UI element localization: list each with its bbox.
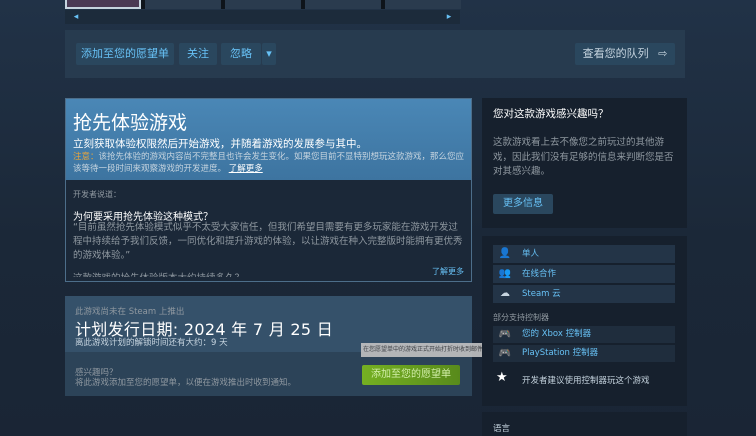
media-thumbnail[interactable] [225, 0, 301, 9]
xbox-controller-icon: 🎮 [498, 329, 512, 340]
ignore-button[interactable]: 忽略 [221, 43, 261, 65]
early-access-subtitle: 立刻获取体验权限然后开始游戏，并随着游戏的发展参与其中。 [73, 138, 367, 150]
follow-button[interactable]: 关注 [179, 43, 217, 65]
controller-heading: 部分支持控制器 [493, 313, 549, 322]
controller-label: PlayStation 控制器 [522, 348, 599, 358]
feature-label: Steam 云 [522, 289, 561, 299]
chevron-down-icon[interactable]: ▾ [262, 43, 276, 65]
media-thumbnail-selected[interactable] [65, 0, 141, 9]
note-prefix: 注意： [73, 152, 99, 162]
playstation-controller-icon: 🎮 [498, 348, 512, 359]
media-thumbnail[interactable] [305, 0, 381, 9]
relevance-text: 这款游戏看上去不像您之前玩过的其他游戏，因此我们没有足够的信息来判断您是否对其感… [493, 137, 674, 177]
media-thumbnail[interactable] [385, 0, 461, 9]
controller-label: 您的 Xbox 控制器 [522, 329, 592, 339]
star-icon: ★ [496, 370, 508, 385]
feature-label: 在线合作 [522, 269, 557, 279]
media-scrollbar[interactable] [65, 10, 460, 24]
language-panel [482, 412, 687, 436]
people-icon: 👥 [498, 268, 512, 279]
learn-more-link[interactable]: 了解更多 [229, 164, 263, 174]
scroll-right-icon[interactable]: ▸ [438, 10, 460, 24]
queue-arrow-icon: ⇨ [658, 47, 668, 60]
note-body: 该抢先体验的游戏内容尚不完整且也许会发生变化。如果您目前不显特别想玩这款游戏，那… [73, 152, 465, 174]
interested-body: 将此游戏添加至您的愿望单，以便在游戏推出时收到通知。 [75, 378, 297, 388]
developer-recommends-controller: 开发者建议使用控制器玩这个游戏 [522, 376, 650, 386]
time-remaining: 离此游戏计划的解锁时间还有大约：9 天 [75, 338, 228, 348]
read-more-link[interactable]: 了解更多 [432, 266, 464, 277]
developer-says-label: 开发者说道： [73, 190, 121, 199]
relevance-title: 您对这款游戏感兴趣吗？ [493, 108, 609, 120]
wishlist-button[interactable]: 添加至您的愿望单 [362, 365, 460, 385]
feature-label: 单人 [522, 249, 540, 259]
view-queue-label: 查看您的队列 [582, 47, 649, 60]
person-icon: 👤 [498, 248, 512, 259]
view-queue-button[interactable]: 查看您的队列 ⇨ [575, 43, 675, 65]
language-heading: 语言 [493, 424, 511, 434]
scroll-left-icon[interactable]: ◂ [65, 10, 87, 24]
more-info-button[interactable]: 更多信息 [493, 194, 553, 214]
media-thumbnail[interactable] [145, 0, 221, 9]
early-access-next-question: 这款游戏的抢先体验版本大约持续多久？ [73, 270, 244, 277]
early-access-answer: “目前虽然抢先体验模式似乎不太受大家信任，但我们希望目需要有更多玩家能在游戏开发… [73, 222, 463, 261]
feature-single-player[interactable] [493, 245, 675, 263]
early-access-title: 抢先体验游戏 [73, 112, 188, 134]
add-to-wishlist-button[interactable]: 添加至您的愿望单 [76, 43, 174, 65]
cloud-icon: ☁ [500, 288, 510, 299]
feature-steam-cloud[interactable] [493, 285, 675, 303]
early-access-note: 注意：该抢先体验的游戏内容尚不完整且也许会发生变化。如果您目前不显特别想玩这款游… [73, 151, 465, 175]
feature-online-coop[interactable] [493, 265, 675, 283]
